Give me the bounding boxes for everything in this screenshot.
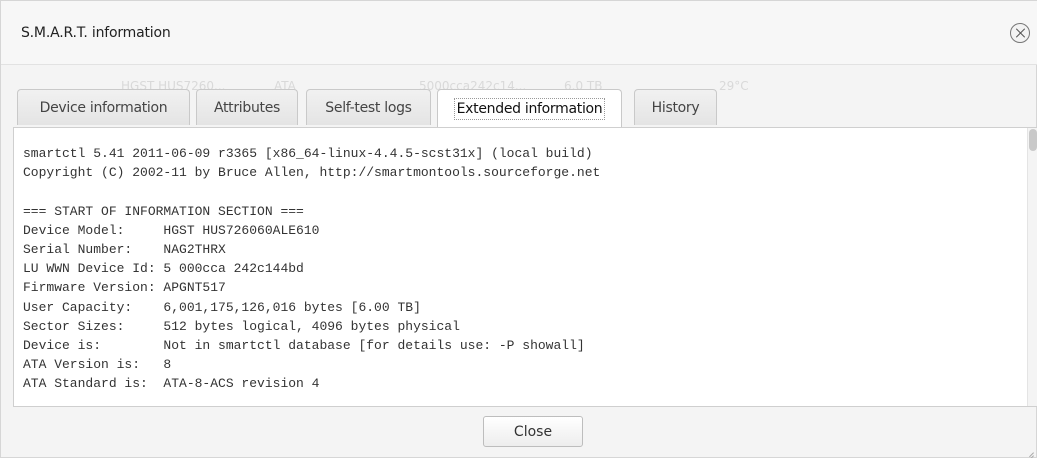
output-line: ATA Version is: 8	[23, 357, 172, 373]
output-line: Device is: Not in smartctl database [for…	[23, 338, 585, 354]
background-temp-text: 29°C	[719, 79, 749, 93]
output-line: LU WWN Device Id: 5 000cca 242c144bd	[23, 261, 304, 277]
tab-label: Attributes	[213, 99, 281, 116]
smart-information-dialog: S.M.A.R.T. information HGST HUS7260... A…	[0, 0, 1037, 458]
tab-label: Extended information	[453, 97, 606, 120]
output-line: Firmware Version: APGNT517	[23, 280, 226, 296]
dialog-title: S.M.A.R.T. information	[21, 25, 171, 41]
tab-self-test-logs[interactable]: Self-test logs	[306, 89, 431, 125]
tab-label: History	[651, 99, 700, 116]
vertical-scrollbar[interactable]	[1027, 128, 1037, 406]
output-line: User Capacity: 6,001,175,126,016 bytes […	[23, 299, 421, 315]
dialog-titlebar: S.M.A.R.T. information	[1, 1, 1037, 65]
output-line: Sector Sizes: 512 bytes logical, 4096 by…	[23, 318, 460, 334]
output-line: Device Model: HGST HUS726060ALE610	[23, 222, 320, 238]
tab-extended-information[interactable]: Extended information	[437, 89, 622, 127]
tab-device-information[interactable]: Device information	[17, 89, 190, 125]
tab-label: Self-test logs	[325, 99, 412, 116]
output-line: Serial Number: NAG2THRX	[23, 242, 226, 258]
scrollbar-thumb[interactable]	[1029, 129, 1037, 151]
output-line: smartctl 5.41 2011-06-09 r3365 [x86_64-l…	[23, 146, 593, 161]
output-line: Copyright (C) 2002-11 by Bruce Allen, ht…	[23, 165, 601, 181]
extended-info-panel[interactable]: smartctl 5.41 2011-06-09 r3365 [x86_64-l…	[13, 127, 1037, 407]
tab-history[interactable]: History	[634, 89, 717, 125]
tab-label: Device information	[39, 99, 168, 116]
tab-attributes[interactable]: Attributes	[196, 89, 298, 125]
output-line: ATA Standard is: ATA-8-ACS revision 4	[23, 376, 320, 392]
smartctl-output: smartctl 5.41 2011-06-09 r3365 [x86_64-l…	[23, 144, 600, 394]
resize-grip-icon[interactable]	[1023, 445, 1034, 456]
close-button[interactable]: Close	[483, 416, 583, 447]
close-icon[interactable]	[1010, 23, 1030, 43]
output-line: === START OF INFORMATION SECTION ===	[23, 203, 304, 219]
